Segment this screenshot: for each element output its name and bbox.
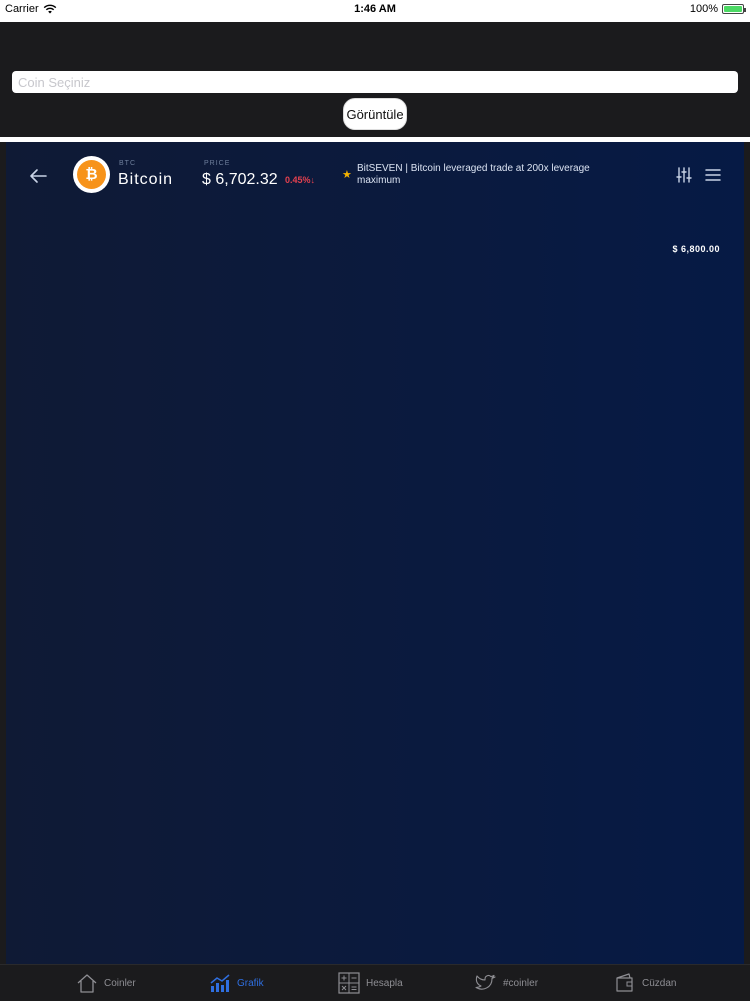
- hamburger-menu-icon[interactable]: [705, 167, 721, 183]
- tab-cuzdan[interactable]: Cüzdan: [614, 965, 676, 1001]
- tab-label: Grafik: [237, 977, 264, 989]
- tab-label: Coinler: [104, 977, 136, 989]
- coin-symbol: BTC: [119, 160, 136, 167]
- coin-selection-panel: Görüntüle: [0, 22, 750, 137]
- price-change-badge: 0.45%↓: [285, 175, 316, 185]
- tab-grafik[interactable]: Grafik: [209, 965, 264, 1001]
- tab-coinler[interactable]: Coinler: [76, 965, 136, 1001]
- tab-bar: Coinler Grafik Hesapla #coinler Cüzdan: [0, 964, 750, 1000]
- chart-icon: [210, 974, 230, 992]
- battery-icon: [722, 4, 746, 14]
- twitter-icon: [475, 974, 496, 990]
- chart-header: ₿ BTC Bitcoin PRICE $ 6,702.32 0.45%↓ ★ …: [6, 142, 744, 208]
- chart-panel[interactable]: ₿ BTC Bitcoin PRICE $ 6,702.32 0.45%↓ ★ …: [6, 142, 744, 964]
- battery-percent: 100%: [689, 3, 718, 15]
- news-headline[interactable]: BitSEVEN | Bitcoin leveraged trade at 20…: [357, 163, 627, 187]
- status-bar: Carrier 1:46 AM 100%: [0, 0, 750, 22]
- tab-label: #coinler: [503, 977, 539, 989]
- price-label: PRICE: [204, 160, 231, 167]
- clock: 1:46 AM: [354, 3, 396, 15]
- star-icon: ★: [342, 169, 352, 181]
- price-value: $ 6,702.32: [202, 171, 278, 188]
- tab-hesapla[interactable]: Hesapla: [338, 965, 403, 1001]
- tab-label: Hesapla: [366, 977, 403, 989]
- home-icon: [77, 974, 97, 993]
- battery-info: 100%: [689, 3, 746, 15]
- coin-name: Bitcoin: [118, 171, 174, 188]
- tab-coinler-twitter[interactable]: #coinler: [475, 965, 538, 1001]
- price-axis-label: $ 6,800.00: [672, 244, 720, 254]
- view-button[interactable]: Görüntüle: [343, 98, 407, 130]
- wallet-icon: [616, 973, 633, 992]
- back-arrow-icon[interactable]: [28, 166, 48, 186]
- coin-search-input[interactable]: [12, 71, 738, 93]
- bitcoin-logo-icon: ₿: [73, 156, 110, 193]
- tab-label: Cüzdan: [642, 977, 677, 989]
- calculator-icon: [338, 972, 360, 994]
- settings-sliders-icon[interactable]: [675, 166, 693, 184]
